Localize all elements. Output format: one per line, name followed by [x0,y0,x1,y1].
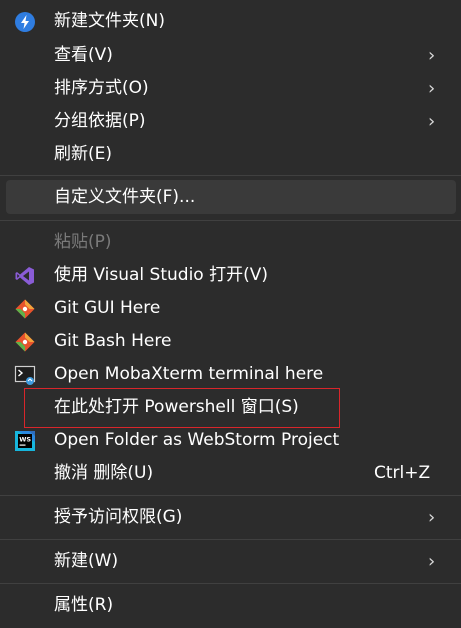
menu-item-sort-by[interactable]: 排序方式(O) › [0,72,461,105]
menu-item-group-by[interactable]: 分组依据(P) › [0,105,461,138]
menu-item-label: 排序方式(O) [54,78,149,98]
menu-item-open-visual-studio[interactable]: 使用 Visual Studio 打开(V) [0,259,461,292]
menu-item-label: Open MobaXterm terminal here [54,364,324,384]
shortcut-label: Ctrl+Z [374,463,431,483]
separator [0,495,461,496]
chevron-right-icon: › [428,111,436,132]
menu-item-label: 刷新(E) [54,144,113,164]
menu-item-webstorm[interactable]: WS Open Folder as WebStorm Project [0,424,461,457]
menu-item-properties[interactable]: 属性(R) [0,589,461,622]
menu-item-label: 自定义文件夹(F)... [54,187,196,207]
menu-item-mobaxterm[interactable]: Open MobaXterm terminal here [0,358,461,391]
chevron-right-icon: › [428,507,436,528]
visual-studio-icon [15,267,34,285]
menu-item-label: 分组依据(P) [54,111,146,131]
chevron-right-icon: › [428,45,436,66]
menu-item-customize-folder[interactable]: 自定义文件夹(F)... [0,181,461,214]
separator [0,220,461,221]
menu-item-new[interactable]: 新建(W) › [0,545,461,578]
menu-item-new-folder[interactable]: 新建文件夹(N) [0,5,461,38]
menu-item-git-gui[interactable]: Git GUI Here [0,292,461,325]
git-bash-icon [15,332,35,352]
svg-text:WS: WS [19,436,31,444]
menu-item-label: 新建(W) [54,551,119,571]
chevron-right-icon: › [428,551,436,572]
menu-item-label: 粘贴(P) [54,232,112,252]
menu-item-paste: 粘贴(P) [0,226,461,259]
menu-item-label: 新建文件夹(N) [54,11,165,31]
git-gui-icon [15,299,35,319]
new-folder-icon [15,12,35,32]
webstorm-icon: WS [15,431,35,451]
menu-item-label: Git Bash Here [54,331,172,351]
menu-item-label: Open Folder as WebStorm Project [54,430,340,450]
annotation-box [24,388,340,428]
menu-item-label: Git GUI Here [54,298,161,318]
menu-item-git-bash[interactable]: Git Bash Here [0,325,461,358]
mobaxterm-icon [14,365,36,385]
menu-item-give-access[interactable]: 授予访问权限(G) › [0,501,461,534]
chevron-right-icon: › [428,78,436,99]
separator [0,175,461,176]
menu-item-label: 撤消 删除(U) [54,463,154,483]
separator [0,539,461,540]
context-menu: 新建文件夹(N) 查看(V) › 排序方式(O) › 分组依据(P) › 刷新(… [0,0,461,628]
menu-item-refresh[interactable]: 刷新(E) [0,138,461,171]
menu-item-undo-delete[interactable]: 撤消 删除(U) Ctrl+Z [0,457,461,490]
menu-item-label: 查看(V) [54,45,113,65]
menu-item-label: 属性(R) [54,595,114,615]
menu-item-label: 使用 Visual Studio 打开(V) [54,265,269,285]
menu-item-label: 授予访问权限(G) [54,507,183,527]
menu-item-view[interactable]: 查看(V) › [0,39,461,72]
separator [0,583,461,584]
